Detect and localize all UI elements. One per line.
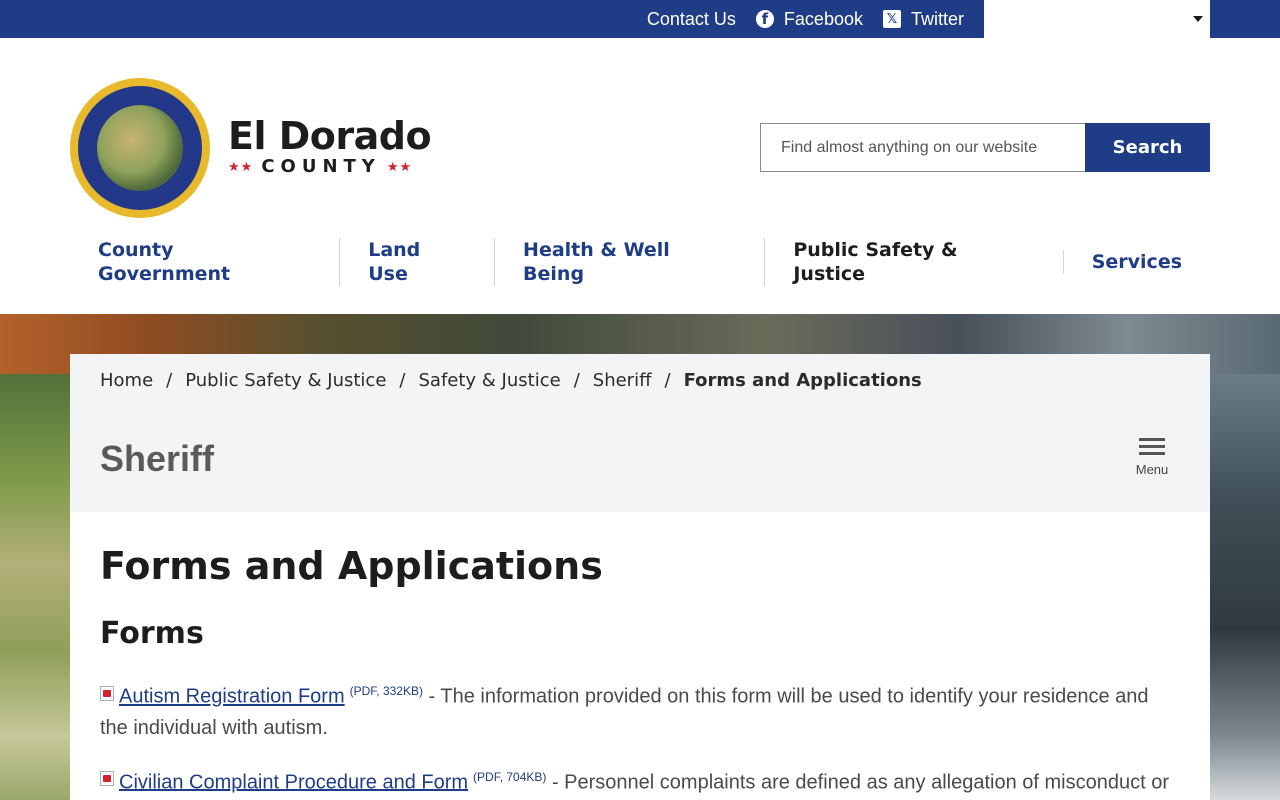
hamburger-icon-bar (1139, 445, 1165, 448)
menu-label: Menu (1135, 462, 1169, 477)
breadcrumb-safety-justice[interactable]: Safety & Justice (419, 370, 561, 391)
county-seal-logo[interactable] (70, 78, 210, 218)
nav-land-use[interactable]: Land Use (339, 238, 494, 286)
hamburger-icon (1139, 438, 1165, 441)
breadcrumb-separator: / (399, 369, 406, 391)
file-meta: (PDF, 332KB) (349, 684, 423, 698)
section-header: Sheriff Menu (70, 406, 1210, 512)
breadcrumb-public-safety-justice[interactable]: Public Safety & Justice (185, 370, 386, 391)
brand-wordmark[interactable]: El Dorado ★★ COUNTY ★★ (228, 114, 432, 177)
brand-county: COUNTY (261, 156, 381, 177)
breadcrumb: Home / Public Safety & Justice / Safety … (70, 354, 1210, 406)
search-input[interactable] (760, 123, 1085, 172)
main-content: Forms and Applications Forms Autism Regi… (70, 512, 1210, 798)
pdf-icon (100, 685, 114, 701)
utility-links: Contact Us f Facebook 𝕏 Twitter English (U… (647, 0, 1210, 38)
content-panel: Home / Public Safety & Justice / Safety … (70, 354, 1210, 800)
autism-registration-form-link[interactable]: Autism Registration Form (119, 686, 345, 708)
twitter-link[interactable]: 𝕏 Twitter (882, 8, 964, 30)
language-label: English (United States) (999, 8, 1184, 29)
pdf-icon (100, 771, 114, 787)
site-header: El Dorado ★★ COUNTY ★★ Search County Gov… (0, 38, 1280, 314)
breadcrumb-home[interactable]: Home (100, 370, 153, 391)
seal-emblem (97, 105, 183, 191)
utility-bar: Contact Us f Facebook 𝕏 Twitter English (U… (0, 0, 1280, 38)
breadcrumb-separator: / (573, 369, 580, 391)
contact-us-label: Contact Us (646, 8, 736, 29)
file-meta: (PDF, 704KB) (473, 769, 547, 784)
forms-heading: Forms (100, 616, 204, 651)
facebook-link[interactable]: f Facebook (755, 8, 863, 30)
facebook-label: Facebook (783, 8, 863, 29)
nav-health-well-being[interactable]: Health & Well Being (494, 238, 764, 286)
main-navigation: County Government Land Use Health & Well… (70, 238, 1210, 286)
nav-services[interactable]: Services (1062, 250, 1210, 274)
civilian-complaint-form-link[interactable]: Civilian Complaint Procedure and Form (119, 771, 468, 793)
form-list-item: Civilian Complaint Procedure and Form (PD… (100, 762, 1180, 799)
x-twitter-icon: 𝕏 (882, 10, 901, 28)
hamburger-icon-bar (1139, 452, 1165, 455)
breadcrumb-separator: / (664, 369, 671, 391)
site-search: Search (760, 123, 1210, 172)
seal-ring (78, 86, 202, 210)
form-list-item: Autism Registration Form (PDF, 332KB) - T… (100, 676, 1180, 744)
brand-subline: ★★ COUNTY ★★ (228, 156, 431, 177)
nav-public-safety-justice[interactable]: Public Safety & Justice (764, 238, 1062, 286)
nav-county-government[interactable]: County Government (70, 238, 339, 286)
page-title: Forms and Applications (100, 544, 603, 588)
brand-name: El Dorado (228, 114, 432, 158)
hero-water (1210, 374, 1280, 800)
search-button[interactable]: Search (1085, 123, 1210, 172)
breadcrumb-separator: / (166, 369, 173, 391)
language-select[interactable]: English (United States) (984, 0, 1210, 38)
hero-foliage (0, 374, 70, 800)
twitter-label: Twitter (910, 8, 964, 29)
chevron-down-icon (1193, 16, 1204, 22)
form-description: - Personnel complaints are defined as an… (546, 771, 1169, 794)
star-icon-right: ★★ (386, 158, 413, 174)
breadcrumb-current: Forms and Applications (683, 369, 922, 391)
breadcrumb-sheriff[interactable]: Sheriff (593, 370, 652, 391)
section-menu-button[interactable]: Menu (1134, 438, 1170, 477)
star-icon-left: ★★ (228, 158, 254, 174)
section-title: Sheriff (100, 438, 215, 479)
facebook-icon: f (755, 10, 774, 28)
contact-us-link[interactable]: Contact Us (647, 9, 736, 30)
